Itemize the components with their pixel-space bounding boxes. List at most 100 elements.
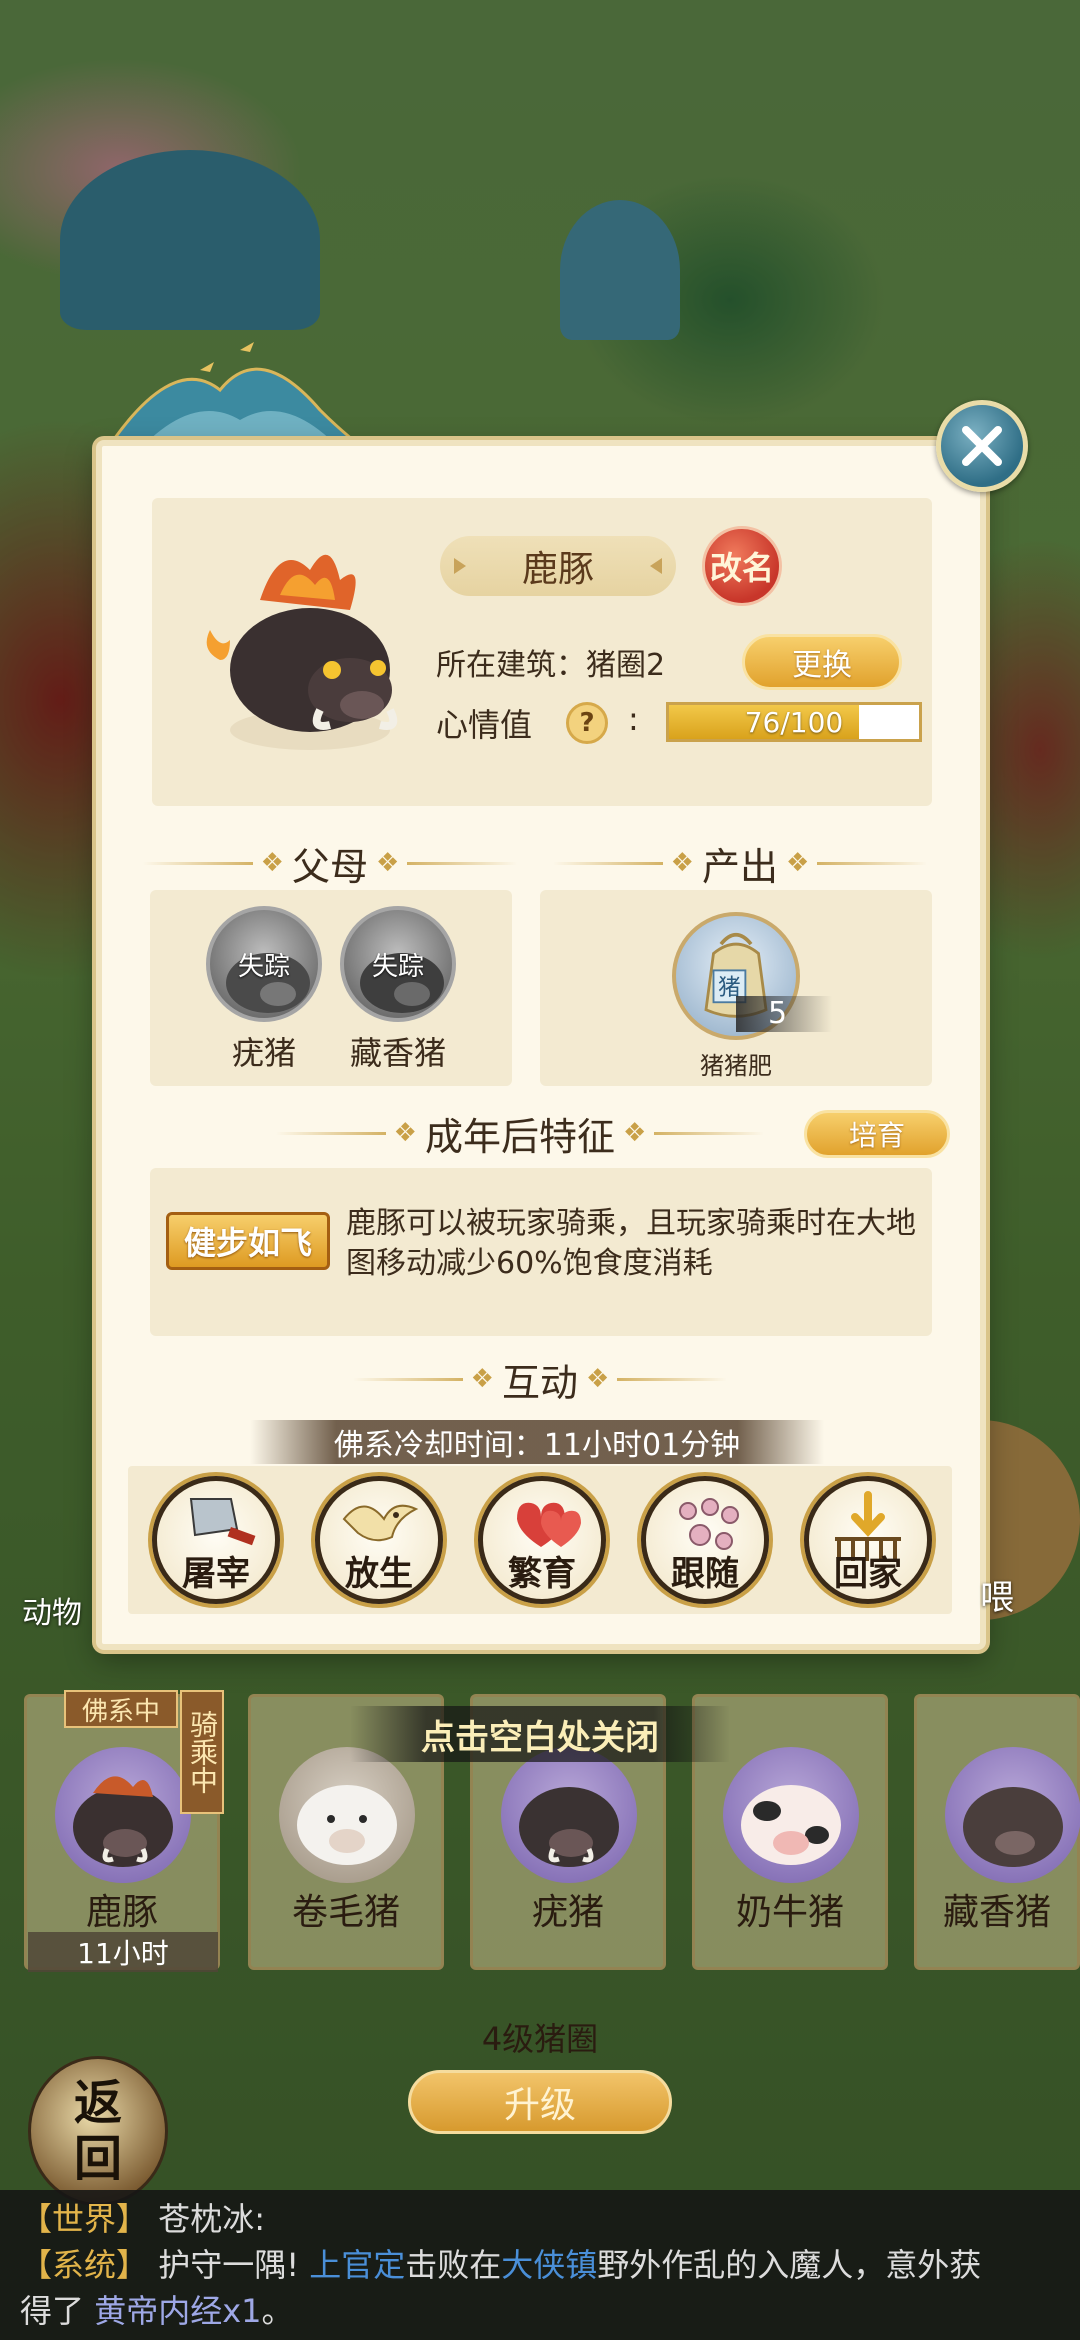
chat-channel: 【系统】	[20, 2246, 149, 2284]
pet-timer: 11小时	[28, 1932, 218, 1972]
parent-avatar[interactable]: 失踪	[340, 906, 456, 1022]
header-line	[275, 1131, 386, 1135]
mood-progress-bar: 76/100	[666, 702, 922, 742]
chat-text: 护守一隅!	[158, 2246, 300, 2284]
banner-ornament-left	[454, 558, 466, 574]
close-icon	[962, 426, 1002, 466]
action-label: 繁育	[508, 1554, 576, 1594]
close-button[interactable]	[936, 400, 1028, 492]
tibetan-pig-icon	[963, 1787, 1063, 1867]
cultivate-button[interactable]: 培育	[804, 1110, 950, 1158]
chat-line: 【世界】 苍枕冰:	[20, 2196, 1060, 2242]
chat-panel[interactable]: 【世界】 苍枕冰: 【系统】 护守一隅! 上官定击败在大侠镇野外作乱的入魔人，意…	[0, 2190, 1080, 2340]
warthog-icon	[519, 1787, 619, 1867]
mood-colon: :	[628, 700, 639, 738]
action-label: 回家	[834, 1554, 902, 1594]
chat-user[interactable]: 苍枕冰:	[158, 2200, 265, 2238]
change-building-button[interactable]: 更换	[742, 634, 902, 690]
action-label: 屠宰	[182, 1554, 250, 1594]
pet-card-name: 藏香猪	[942, 1892, 1051, 1933]
breed-button[interactable]: 繁育	[478, 1476, 606, 1604]
boar-icon	[73, 1776, 173, 1867]
rename-button[interactable]: 改名	[702, 526, 782, 606]
parent-avatar[interactable]: 失踪	[206, 906, 322, 1022]
output-header: ❖ 产出 ❖	[540, 838, 940, 889]
interaction-title: 互动	[501, 1360, 578, 1405]
output-count: 5	[736, 996, 832, 1032]
upgrade-button[interactable]: 升级	[408, 2070, 672, 2134]
chat-text: 。	[261, 2292, 294, 2330]
pet-card-name: 鹿豚	[85, 1892, 158, 1933]
pen-level-label: 4级猪圈	[481, 2020, 599, 2058]
release-button[interactable]: 放生	[315, 1476, 443, 1604]
missing-status: 失踪	[371, 951, 424, 982]
pet-card-name: 卷毛猪	[291, 1892, 400, 1933]
ornament-icon: ❖	[786, 848, 810, 878]
cow-pig-icon	[741, 1785, 841, 1865]
ornament-icon: ❖	[586, 1364, 610, 1394]
pet-card-name: 疣猪	[531, 1892, 604, 1933]
slaughter-button[interactable]: 屠宰	[152, 1476, 280, 1604]
parent-name: 藏香猪	[349, 1034, 446, 1072]
ornament-icon: ❖	[260, 848, 284, 878]
pet-avatar	[723, 1747, 859, 1883]
mood-value: 76/100	[744, 705, 844, 739]
chat-place-link[interactable]: 大侠镇	[501, 2246, 597, 2284]
ornament-icon: ❖	[470, 1364, 494, 1394]
header-line	[817, 861, 928, 865]
ornament-icon: ❖	[623, 1118, 647, 1148]
banner-ornament-right	[650, 558, 662, 574]
parents-header: ❖ 父母 ❖	[130, 838, 530, 889]
output-name: 猪猪肥	[700, 1052, 772, 1080]
traits-title: 成年后特征	[424, 1114, 615, 1159]
building-label: 所在建筑：猪圈2	[436, 648, 666, 683]
ornament-icon: ❖	[376, 848, 400, 878]
header-line	[407, 861, 518, 865]
trait-badge: 健步如飞	[166, 1212, 330, 1270]
action-label: 跟随	[671, 1554, 739, 1594]
header-line	[617, 1377, 728, 1381]
missing-status: 失踪	[237, 951, 290, 982]
parents-title: 父母	[291, 844, 368, 889]
traits-header: ❖ 成年后特征 ❖	[250, 1108, 790, 1159]
pet-card[interactable]: 藏香猪	[914, 1694, 1080, 1970]
chat-text: 击败在	[405, 2246, 502, 2284]
pet-name: 鹿豚	[521, 549, 594, 590]
question-mark-icon[interactable]: ?	[566, 702, 608, 744]
return-button[interactable]: 返 回	[28, 2056, 168, 2206]
ornament-icon: ❖	[393, 1118, 417, 1148]
pet-portrait	[206, 554, 398, 750]
header-line	[654, 1131, 765, 1135]
pet-avatar	[55, 1747, 191, 1883]
riding-status-tag: 骑乘中	[180, 1690, 224, 1814]
chat-text: 得了	[20, 2292, 85, 2330]
cooldown-timer: 佛系冷却时间：11小时01分钟	[250, 1420, 824, 1464]
chat-player-link[interactable]: 上官定	[309, 2246, 405, 2284]
output-title: 产出	[701, 844, 778, 889]
go-home-button[interactable]: 回家	[804, 1476, 932, 1604]
follow-button[interactable]: 跟随	[641, 1476, 769, 1604]
chat-line: 得了 黄帝内经x1。	[20, 2288, 1060, 2334]
pet-avatar	[279, 1747, 415, 1883]
pet-card-name: 奶牛猪	[735, 1892, 844, 1933]
curly-pig-icon	[297, 1785, 397, 1865]
chat-channel: 【世界】	[20, 2200, 149, 2238]
chat-item-link[interactable]: 黄帝内经x1	[94, 2292, 261, 2330]
pet-name-banner: 鹿豚	[440, 536, 676, 596]
chat-line: 【系统】 护守一隅! 上官定击败在大侠镇野外作乱的入魔人，意外获	[20, 2242, 1060, 2288]
ornament-icon: ❖	[670, 848, 694, 878]
return-label: 回	[73, 2131, 122, 2187]
pet-avatar	[501, 1747, 637, 1883]
tap-to-close-hint: 点击空白处关闭	[350, 1706, 730, 1762]
chat-text: 野外作乱的入魔人，意外获	[597, 2246, 982, 2284]
buddhist-status-tag: 佛系中	[64, 1690, 178, 1728]
action-label: 放生	[345, 1554, 413, 1594]
header-line	[352, 1377, 463, 1381]
pet-avatar	[945, 1747, 1080, 1883]
feed-label[interactable]: 喂	[980, 1570, 1014, 1619]
return-label: 返	[73, 2075, 122, 2131]
header-line	[142, 861, 253, 865]
animal-tab-label[interactable]: 动物	[22, 1588, 82, 1632]
header-line	[552, 861, 663, 865]
trait-description: 鹿豚可以被玩家骑乘，且玩家骑乘时在大地图移动减少60%饱食度消耗	[346, 1206, 916, 1281]
